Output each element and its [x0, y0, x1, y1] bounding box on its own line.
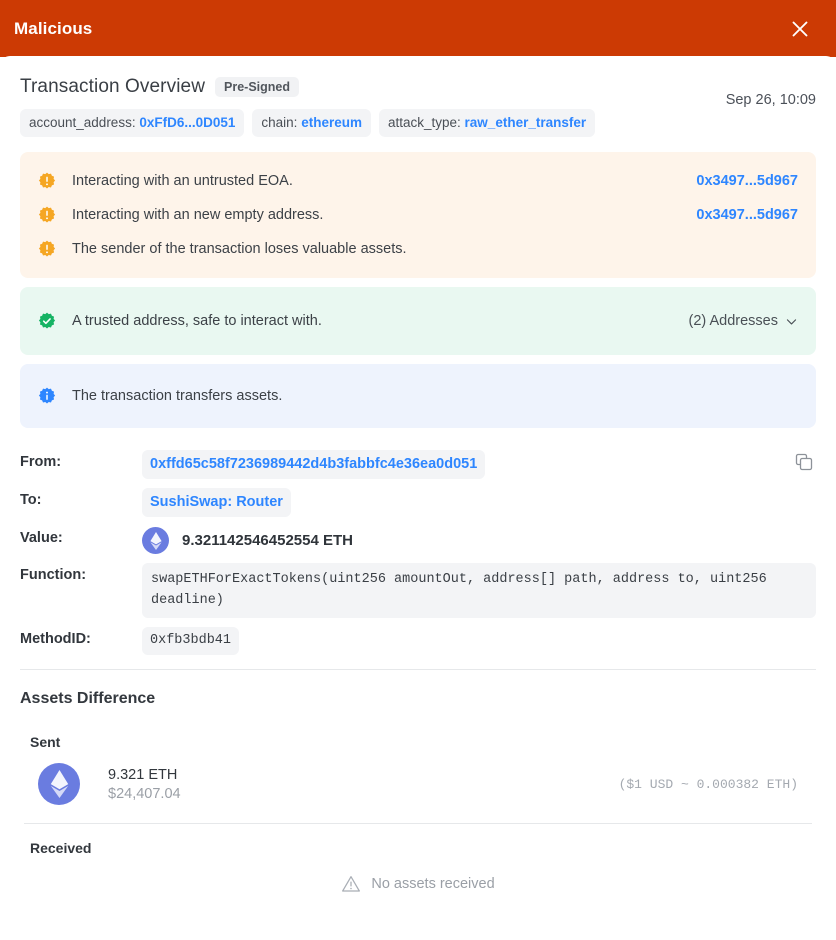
dialog-body: Transaction Overview Pre-Signed Sep 26, …: [0, 56, 836, 940]
dialog-title: Malicious: [14, 18, 93, 38]
ethereum-glyph-icon: [149, 531, 162, 550]
detail-label: MethodID:: [20, 630, 91, 647]
value-line: 9.321142546452554 ETH: [142, 526, 816, 555]
detail-label: Value:: [20, 530, 63, 547]
warning-seal-icon: [38, 206, 56, 223]
detail-row-to: To: SushiSwap: Router: [20, 488, 816, 518]
tag-value: raw_ether_transfer: [464, 115, 587, 130]
info-seal-icon: [38, 387, 56, 404]
warning-item: Interacting with an new empty address. 0…: [38, 199, 798, 231]
warning-text: The sender of the transaction loses valu…: [72, 241, 407, 258]
detail-row-value: Value: 9.321142546452554 ETH: [20, 526, 816, 555]
warning-text: Interacting with an untrusted EOA.: [72, 173, 293, 190]
info-text: The transaction transfers assets.: [72, 388, 283, 405]
status-badge: Pre-Signed: [215, 76, 300, 98]
addresses-count-label: (2) Addresses: [688, 313, 778, 330]
warning-address[interactable]: 0x3497...5d967: [696, 207, 798, 223]
ethereum-icon: [142, 527, 169, 555]
info-item: The transaction transfers assets.: [38, 380, 798, 412]
alert-banners: Interacting with an untrusted EOA. 0x349…: [20, 152, 816, 429]
overview-title-row: Transaction Overview Pre-Signed: [20, 76, 816, 98]
detail-label: From:: [20, 454, 62, 471]
detail-row-methodid: MethodID: 0xfb3bdb41: [20, 626, 816, 655]
warning-item: The sender of the transaction loses valu…: [38, 233, 798, 265]
ethereum-glyph-icon: [50, 770, 68, 798]
detail-value-wrap: swapETHForExactTokens(uint256 amountOut,…: [142, 563, 816, 618]
addresses-toggle[interactable]: (2) Addresses: [689, 313, 798, 329]
tag-key: attack_type:: [387, 115, 461, 130]
metadata-tags: account_address: 0xFfD6...0D051 chain: e…: [20, 109, 816, 138]
detail-value-wrap: 0xffd65c58f7236989442d4b3fabbfc4e36ea0d0…: [142, 450, 816, 480]
sent-asset-info: 9.321 ETH $24,407.04: [108, 767, 181, 802]
assets-difference-title: Assets Difference: [20, 690, 156, 707]
detail-row-from: From: 0xffd65c58f7236989442d4b3fabbfc4e3…: [20, 450, 816, 480]
assets-difference-section: Assets Difference Sent 9.321 ETH $24,407…: [20, 690, 816, 894]
tag-chain[interactable]: chain: ethereum: [252, 109, 371, 138]
function-signature: swapETHForExactTokens(uint256 amountOut,…: [142, 563, 816, 618]
warning-item: Interacting with an untrusted EOA. 0x349…: [38, 165, 798, 197]
detail-label: Function:: [20, 567, 87, 584]
section-divider: [20, 669, 816, 670]
conversion-rate: ($1 USD ~ 0.000382 ETH): [618, 776, 798, 792]
trusted-item: A trusted address, safe to interact with…: [38, 305, 798, 337]
close-button[interactable]: [786, 15, 814, 43]
to-address[interactable]: SushiSwap: Router: [142, 488, 291, 518]
from-address[interactable]: 0xffd65c58f7236989442d4b3fabbfc4e36ea0d0…: [142, 450, 486, 480]
copy-icon[interactable]: [794, 452, 814, 472]
tag-account-address[interactable]: account_address: 0xFfD6...0D051: [20, 109, 245, 138]
detail-label: To:: [20, 492, 42, 509]
detail-row-function: Function: swapETHForExactTokens(uint256 …: [20, 563, 816, 618]
detail-value-wrap: SushiSwap: Router: [142, 488, 816, 518]
warning-seal-icon: [38, 172, 56, 189]
assets-divider: [24, 823, 812, 824]
warning-text: Interacting with an new empty address.: [72, 207, 324, 224]
tag-attack-type[interactable]: attack_type: raw_ether_transfer: [378, 109, 596, 138]
trusted-text: A trusted address, safe to interact with…: [72, 313, 322, 330]
method-id: 0xfb3bdb41: [142, 626, 240, 655]
ethereum-icon: [38, 763, 80, 805]
warning-address[interactable]: 0x3497...5d967: [696, 173, 798, 189]
detail-value-wrap: 0xfb3bdb41: [142, 626, 816, 655]
transaction-details: From: 0xffd65c58f7236989442d4b3fabbfc4e3…: [20, 450, 816, 670]
received-empty-state: No assets received: [20, 874, 816, 894]
received-label: Received: [30, 840, 92, 856]
received-empty-text: No assets received: [371, 876, 495, 892]
tag-key: chain:: [261, 115, 298, 130]
sent-asset-usd: $24,407.04: [108, 785, 181, 802]
tag-key: account_address:: [29, 115, 136, 130]
chevron-down-icon: [786, 319, 797, 325]
tag-value: 0xFfD6...0D051: [139, 115, 236, 130]
detail-value-wrap: 9.321142546452554 ETH: [142, 526, 816, 555]
page-title: Transaction Overview: [20, 76, 206, 97]
dialog-titlebar: Malicious: [0, 0, 836, 57]
close-icon: [792, 21, 808, 36]
sent-label: Sent: [30, 734, 61, 750]
info-banner: The transaction transfers assets.: [20, 364, 816, 429]
trusted-banner: A trusted address, safe to interact with…: [20, 287, 816, 356]
warning-banner: Interacting with an untrusted EOA. 0x349…: [20, 152, 816, 279]
warning-seal-icon: [38, 240, 56, 257]
value-amount: 9.321142546452554 ETH: [182, 532, 353, 550]
overview-header: Transaction Overview Pre-Signed Sep 26, …: [20, 56, 816, 138]
timestamp: Sep 26, 10:09: [725, 92, 816, 108]
transaction-dialog: Malicious Transaction Overview Pre-Signe…: [0, 0, 836, 940]
sent-asset-amount: 9.321 ETH: [108, 766, 178, 783]
warning-triangle-icon: [342, 876, 361, 892]
sent-asset-row: 9.321 ETH $24,407.04 ($1 USD ~ 0.000382 …: [20, 763, 816, 805]
check-seal-icon: [38, 312, 56, 329]
tag-value: ethereum: [301, 115, 362, 130]
